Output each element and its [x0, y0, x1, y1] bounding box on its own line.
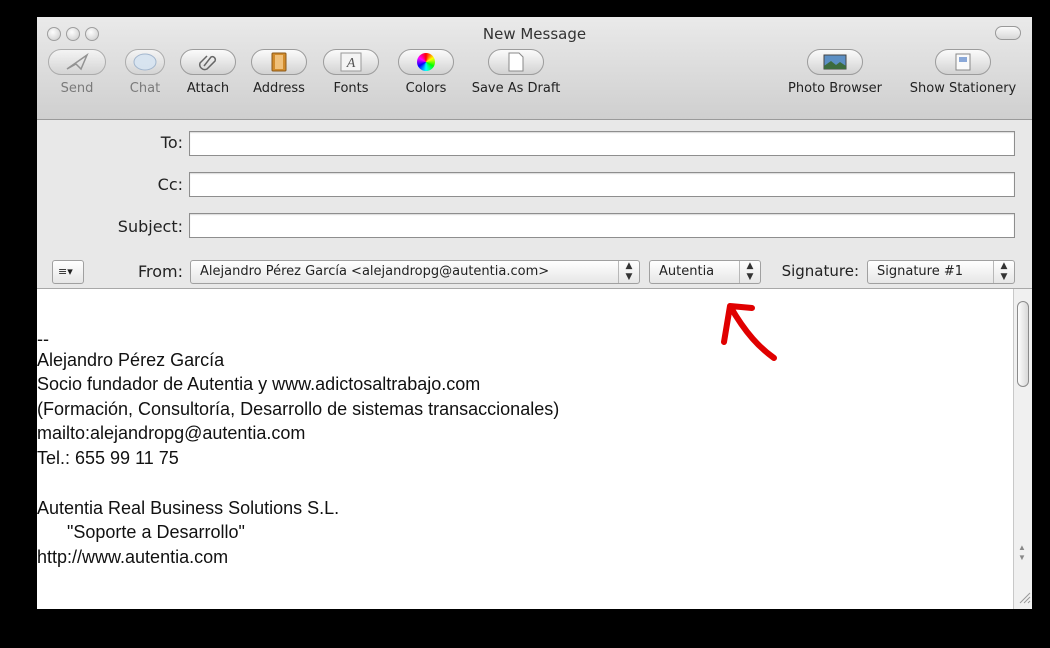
body-line: mailto:alejandropg@autentia.com: [37, 423, 306, 443]
body-line: Socio fundador de Autentia y www.adictos…: [37, 374, 481, 394]
stationery-icon: [935, 49, 991, 75]
photo-icon: [807, 49, 863, 75]
address-label: Address: [253, 81, 305, 96]
chat-icon: [125, 49, 165, 75]
chat-label: Chat: [129, 81, 161, 96]
cc-field[interactable]: [189, 172, 1015, 197]
signature-select[interactable]: Signature #1 ▲ ▼: [867, 260, 1015, 284]
address-book-icon: [251, 49, 307, 75]
chat-button[interactable]: Chat: [115, 49, 175, 96]
svg-text:A: A: [346, 56, 356, 71]
window-title: New Message: [482, 25, 587, 43]
draft-document-icon: [488, 49, 544, 75]
subject-field[interactable]: [189, 213, 1015, 238]
save-as-draft-label: Save As Draft: [471, 81, 561, 96]
show-stationery-button[interactable]: Show Stationery: [899, 49, 1027, 96]
subject-label: Subject:: [117, 217, 183, 236]
body-line: http://www.autentia.com: [37, 547, 229, 567]
fonts-icon: A: [323, 49, 379, 75]
message-header: To: Cc: Subject: ≡▾ From: Alejandro Pére…: [37, 120, 1032, 289]
to-label: To:: [160, 133, 183, 152]
body-line: --: [37, 329, 49, 349]
from-label: From:: [137, 262, 183, 281]
photo-browser-label: Photo Browser: [788, 81, 882, 96]
attach-label: Attach: [186, 81, 230, 96]
updown-arrows-icon: ▲ ▼: [993, 261, 1014, 283]
send-button[interactable]: Send: [42, 49, 112, 96]
from-select[interactable]: Alejandro Pérez García <alejandropg@aute…: [190, 260, 640, 284]
send-label: Send: [60, 81, 94, 96]
mail-compose-window: New Message Send Chat Attach Address A F…: [37, 17, 1032, 609]
body-line: Autentia Real Business Solutions S.L.: [37, 498, 340, 518]
body-line: (Formación, Consultoría, Desarrollo de s…: [37, 399, 560, 419]
save-as-draft-button[interactable]: Save As Draft: [463, 49, 569, 96]
updown-arrows-icon: ▲ ▼: [618, 261, 639, 283]
attach-button[interactable]: Attach: [177, 49, 239, 96]
account-select[interactable]: Autentia ▲ ▼: [649, 260, 761, 284]
annotation-arrow: [721, 303, 777, 361]
body-line: "Soporte a Desarrollo": [37, 522, 245, 542]
title-bar: New Message Send Chat Attach Address A F…: [37, 17, 1032, 120]
cc-label: Cc:: [157, 175, 183, 194]
resize-grip-icon[interactable]: [1016, 589, 1031, 604]
address-button[interactable]: Address: [242, 49, 316, 96]
signature-value: Signature #1: [877, 264, 964, 279]
message-body[interactable]: -- Alejandro Pérez García Socio fundador…: [37, 289, 1013, 609]
send-icon: [48, 49, 106, 75]
scroll-arrows-icon[interactable]: ▲ ▼: [1018, 543, 1026, 563]
account-value: Autentia: [659, 264, 715, 279]
list-menu-icon: ≡▾: [58, 265, 73, 278]
signature-label: Signature:: [781, 262, 859, 280]
scrollbar-thumb[interactable]: [1017, 301, 1029, 387]
photo-browser-button[interactable]: Photo Browser: [779, 49, 891, 96]
toolbar-toggle-button[interactable]: [995, 26, 1021, 40]
colors-button[interactable]: Colors: [395, 49, 457, 96]
show-stationery-label: Show Stationery: [909, 81, 1017, 96]
paperclip-icon: [180, 49, 236, 75]
header-options-button[interactable]: ≡▾: [52, 260, 84, 284]
vertical-scrollbar[interactable]: ▲ ▼: [1013, 289, 1032, 609]
body-line: Alejandro Pérez García: [37, 350, 225, 370]
to-field[interactable]: [189, 131, 1015, 156]
updown-arrows-icon: ▲ ▼: [739, 261, 760, 283]
fonts-label: Fonts: [333, 81, 369, 96]
color-wheel-icon: [398, 49, 454, 75]
fonts-button[interactable]: A Fonts: [321, 49, 381, 96]
colors-label: Colors: [405, 81, 447, 96]
body-line: Tel.: 655 99 11 75: [37, 448, 179, 468]
from-value: Alejandro Pérez García <alejandropg@aute…: [200, 264, 550, 279]
